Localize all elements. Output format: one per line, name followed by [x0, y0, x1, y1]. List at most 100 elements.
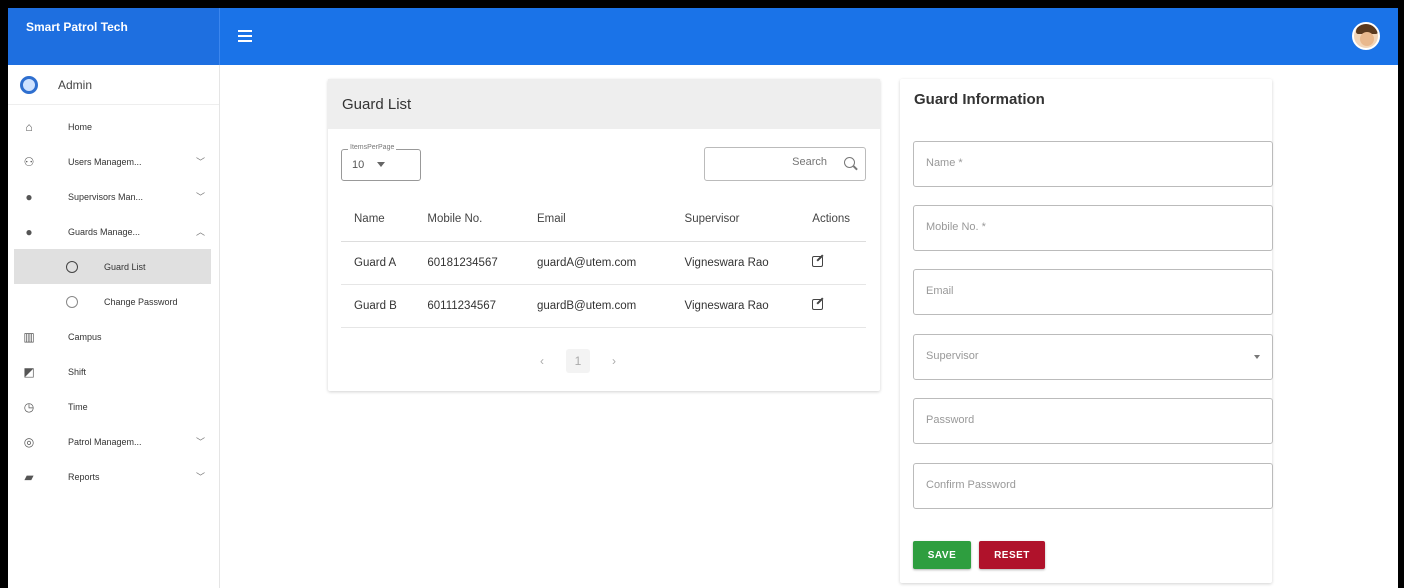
sidebar-item-home[interactable]: ⌂ Home — [8, 109, 219, 144]
cell-supervisor: Vigneswara Rao — [671, 284, 800, 328]
edit-icon[interactable] — [812, 298, 824, 310]
sidebar-item-guard-list[interactable]: Guard List — [14, 249, 211, 284]
password-field-box — [913, 398, 1273, 444]
chevron-down-icon: ﹀ — [195, 157, 205, 167]
email-field[interactable] — [926, 285, 1246, 297]
home-icon: ⌂ — [25, 119, 33, 134]
mobile-field-box — [913, 205, 1273, 251]
reset-button[interactable]: RESET — [979, 541, 1045, 569]
sidebar-item-label: Guards Manage... — [68, 226, 141, 237]
sidebar-item-label: Users Managem... — [68, 156, 142, 167]
table-row[interactable]: Guard B 60111234567 guardB@utem.com Vign… — [341, 284, 866, 328]
dropdown-arrow-icon — [1254, 355, 1260, 359]
sidebar-item-label: Reports — [68, 471, 100, 482]
guard-table: Name Mobile No. Email Supervisor Actions… — [341, 197, 866, 328]
confirm-password-field[interactable] — [926, 479, 1246, 491]
sidebar-item-label: Shift — [68, 366, 87, 377]
pagination: ‹ 1 › — [540, 349, 616, 373]
column-header[interactable]: Email — [523, 197, 672, 242]
column-header: Actions — [799, 197, 866, 242]
cell-name: Guard B — [341, 284, 415, 328]
sidebar-item-label: Supervisors Man... — [68, 191, 144, 202]
sidebar-item-time[interactable]: ◷ Time — [8, 389, 219, 424]
guard-information-title: Guard Information — [914, 91, 1045, 108]
screenshot-border — [0, 0, 1404, 8]
table-header-row: Name Mobile No. Email Supervisor Actions — [341, 197, 866, 242]
confirm-password-field-box — [913, 463, 1273, 509]
email-field-box — [913, 269, 1273, 315]
next-page-button[interactable]: › — [612, 354, 616, 368]
menu-icon[interactable] — [238, 30, 252, 42]
sidebar-user: Admin — [8, 65, 219, 105]
main-content: Guard List ItemsPerPage 10 Name Mobile N… — [220, 65, 1398, 588]
sidebar-nav: ⌂ Home ⚇ Users Managem... ﹀ ● Supervisor… — [8, 105, 219, 494]
sidebar-item-label: Patrol Managem... — [68, 436, 142, 447]
password-field[interactable] — [926, 414, 1246, 426]
cell-email: guardA@utem.com — [523, 241, 672, 285]
cell-email: guardB@utem.com — [523, 284, 672, 328]
dropdown-arrow-icon — [377, 162, 385, 167]
prev-page-button[interactable]: ‹ — [540, 354, 544, 368]
person-icon: ● — [25, 224, 33, 239]
chevron-up-icon: ︿ — [195, 227, 205, 237]
app-frame: Smart Patrol Tech Admin ⌂ Home ⚇ Users M… — [0, 0, 1404, 588]
top-app-bar: Smart Patrol Tech — [8, 8, 1398, 65]
shift-icon: ◩ — [23, 364, 35, 379]
sidebar-item-supervisors-management[interactable]: ● Supervisors Man... ﹀ — [8, 179, 219, 214]
save-button[interactable]: SAVE — [913, 541, 971, 569]
timer-icon: ◷ — [23, 399, 35, 414]
guard-list-card: Guard List ItemsPerPage 10 Name Mobile N… — [328, 79, 880, 391]
chevron-down-icon: ﹀ — [195, 192, 205, 202]
edit-icon[interactable] — [812, 255, 824, 267]
person-icon: ● — [25, 189, 33, 204]
supervisor-select-placeholder: Supervisor — [926, 350, 979, 362]
sidebar-item-label: Home — [68, 121, 93, 132]
radio-icon — [66, 260, 78, 273]
cell-mobile: 60111234567 — [414, 284, 524, 328]
cell-supervisor: Vigneswara Rao — [671, 241, 800, 285]
items-per-page-label: ItemsPerPage — [348, 144, 397, 151]
sidebar-item-users-management[interactable]: ⚇ Users Managem... ﹀ — [8, 144, 219, 179]
org-logo-icon — [20, 75, 38, 94]
screenshot-border — [0, 0, 8, 588]
building-icon: ▥ — [23, 329, 35, 344]
mobile-field[interactable] — [926, 221, 1246, 233]
users-icon: ⚇ — [23, 154, 35, 169]
sidebar-item-label: Campus — [68, 331, 102, 342]
search-icon[interactable] — [844, 157, 855, 168]
sidebar: Admin ⌂ Home ⚇ Users Managem... ﹀ ● Supe… — [8, 65, 220, 588]
cell-actions — [799, 241, 866, 285]
name-field[interactable] — [926, 157, 1246, 169]
sidebar-item-guards-management[interactable]: ● Guards Manage... ︿ — [8, 214, 219, 249]
search-box[interactable] — [704, 147, 866, 181]
radio-icon — [66, 295, 78, 308]
user-role-label: Admin — [58, 77, 93, 92]
sidebar-item-label: Time — [68, 401, 88, 412]
sidebar-item-label: Guard List — [104, 261, 146, 272]
chevron-down-icon: ﹀ — [195, 437, 205, 447]
sidebar-item-patrol-management[interactable]: ◎ Patrol Managem... ﹀ — [8, 424, 219, 459]
guard-information-card: Guard Information Supervisor SAVE RESET — [900, 79, 1273, 583]
supervisor-select[interactable]: Supervisor — [913, 334, 1273, 380]
cell-actions — [799, 284, 866, 328]
chevron-down-icon: ﹀ — [195, 472, 205, 482]
sidebar-item-change-password[interactable]: Change Password — [8, 284, 219, 319]
sidebar-item-shift[interactable]: ◩ Shift — [8, 354, 219, 389]
search-input[interactable] — [713, 156, 833, 168]
screenshot-border — [1398, 0, 1404, 588]
name-field-box — [913, 141, 1273, 187]
user-avatar[interactable] — [1352, 22, 1380, 50]
folder-icon: ▰ — [24, 469, 34, 484]
radar-icon: ◎ — [23, 434, 35, 449]
brand-title: Smart Patrol Tech — [8, 8, 220, 65]
guard-list-title: Guard List — [328, 79, 880, 129]
page-number-button[interactable]: 1 — [566, 349, 590, 373]
items-per-page-select[interactable]: ItemsPerPage 10 — [341, 144, 421, 181]
column-header[interactable]: Mobile No. — [414, 197, 524, 242]
items-per-page-value: 10 — [352, 159, 365, 171]
table-row[interactable]: Guard A 60181234567 guardA@utem.com Vign… — [341, 241, 866, 285]
column-header[interactable]: Supervisor — [671, 197, 800, 242]
sidebar-item-campus[interactable]: ▥ Campus — [8, 319, 219, 354]
sidebar-item-reports[interactable]: ▰ Reports ﹀ — [8, 459, 219, 494]
column-header[interactable]: Name — [341, 197, 415, 242]
